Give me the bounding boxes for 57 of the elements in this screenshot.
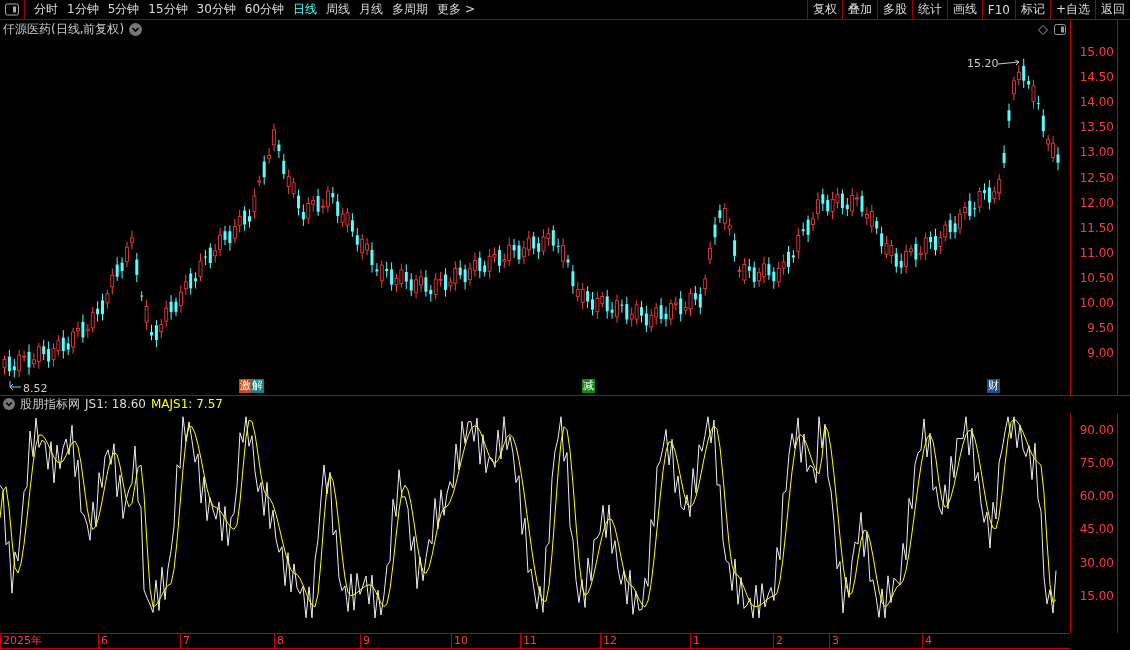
indicator-tick: 75.00 — [1079, 456, 1114, 471]
indicator-tick: 15.00 — [1079, 588, 1114, 603]
date-label: 3 — [829, 634, 839, 648]
date-label: 2 — [773, 634, 783, 648]
pointer-arrow-icon — [9, 381, 21, 391]
price-tick: 12.50 — [1079, 170, 1114, 185]
indicator-tick: 30.00 — [1079, 555, 1114, 570]
panel-icon[interactable] — [1054, 24, 1066, 35]
date-label: 8 — [274, 634, 284, 648]
date-label: 2025年 — [0, 634, 42, 648]
low-price-label: 8.52 — [23, 382, 48, 395]
price-tick: 14.00 — [1079, 95, 1114, 110]
chart-title: 仟源医药(日线,前复权) — [3, 20, 125, 38]
period-tab[interactable]: 30分钟 — [196, 1, 236, 18]
indicator-name: 股朋指标网 — [20, 395, 80, 413]
date-label: 6 — [98, 634, 108, 648]
period-tab[interactable]: 日线 — [293, 1, 318, 18]
date-label: 11 — [520, 634, 537, 648]
period-tab[interactable]: 多周期 — [392, 1, 429, 18]
price-tick: 11.50 — [1079, 220, 1114, 235]
price-tick: 14.50 — [1079, 70, 1114, 85]
js1-value: JS1: 18.60 — [85, 397, 146, 411]
indicator-tick: 90.00 — [1079, 423, 1114, 437]
dropdown-icon[interactable] — [3, 398, 15, 410]
event-marker[interactable]: 财 — [987, 379, 1000, 393]
indicator-tick: 60.00 — [1079, 489, 1114, 504]
diamond-icon[interactable] — [1038, 25, 1048, 35]
price-tick: 10.50 — [1079, 270, 1114, 285]
price-tick: 9.50 — [1087, 321, 1114, 336]
date-label: 10 — [451, 634, 468, 648]
price-tick: 15.00 — [1079, 45, 1114, 59]
period-tab[interactable]: 月线 — [359, 1, 384, 18]
price-tick: 12.00 — [1079, 195, 1114, 210]
period-tab[interactable]: 15分钟 — [148, 1, 188, 18]
event-marker[interactable]: 解 — [251, 379, 264, 393]
high-price-label: 15.20 — [967, 57, 999, 70]
period-tab[interactable]: 5分钟 — [107, 1, 140, 18]
period-tab[interactable]: 1分钟 — [67, 1, 99, 18]
date-label: 1 — [690, 634, 700, 648]
date-label: 7 — [180, 634, 190, 648]
date-label: 4 — [922, 634, 932, 648]
price-tick: 13.50 — [1079, 120, 1114, 135]
date-label: 9 — [360, 634, 370, 648]
price-tick: 13.00 — [1079, 145, 1114, 160]
price-tick: 11.00 — [1079, 245, 1114, 260]
majs1-value: MAJS1: 7.57 — [151, 397, 223, 411]
price-tick: 10.00 — [1079, 296, 1114, 310]
price-tick: 9.00 — [1087, 346, 1114, 361]
period-tab[interactable]: 60分钟 — [244, 1, 285, 18]
date-label: 12 — [600, 634, 617, 648]
period-tab[interactable]: 分时 — [34, 1, 58, 18]
indicator-tick: 45.00 — [1079, 522, 1114, 537]
pointer-arrow-icon — [998, 60, 1020, 66]
period-tab[interactable]: 周线 — [326, 1, 351, 18]
event-marker[interactable]: 减 — [582, 379, 595, 393]
dropdown-icon[interactable] — [129, 22, 143, 36]
period-tab[interactable]: 更多 > — [437, 1, 475, 18]
